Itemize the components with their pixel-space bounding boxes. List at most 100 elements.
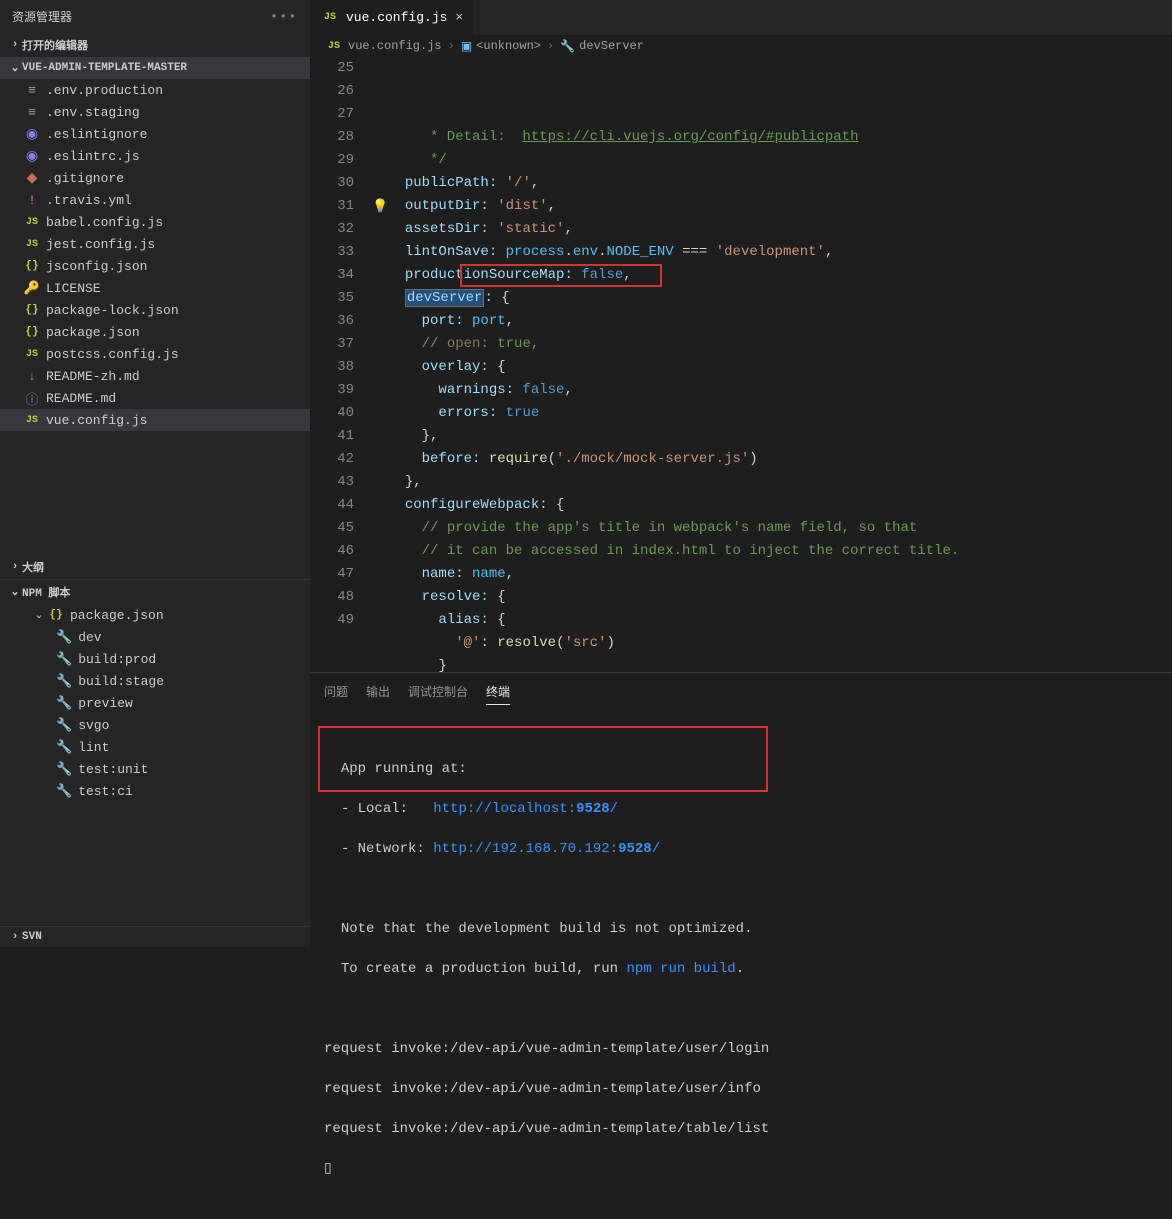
file-item[interactable]: JSvue.config.js bbox=[0, 409, 310, 431]
script-label: build:stage bbox=[78, 674, 164, 689]
npm-script-item[interactable]: 🔧 test:ci bbox=[8, 780, 310, 802]
file-label: vue.config.js bbox=[46, 413, 147, 428]
script-label: test:unit bbox=[78, 762, 148, 777]
panel-tab[interactable]: 调试控制台 bbox=[408, 679, 468, 705]
explorer-sidebar: 资源管理器 ••• › 打开的编辑器 ⌄ VUE-ADMIN-TEMPLATE-… bbox=[0, 0, 310, 947]
panel-tab[interactable]: 终端 bbox=[486, 679, 510, 705]
file-label: README-zh.md bbox=[46, 369, 140, 384]
yml-icon: ! bbox=[22, 193, 42, 208]
npm-script-item[interactable]: 🔧test:unit bbox=[8, 758, 310, 780]
breadcrumb[interactable]: JS vue.config.js › ▣ <unknown> › 🔧 devSe… bbox=[310, 35, 1172, 57]
file-label: jsconfig.json bbox=[46, 259, 147, 274]
file-item[interactable]: !.travis.yml bbox=[0, 189, 310, 211]
json-icon: {} bbox=[22, 326, 42, 338]
close-icon[interactable]: × bbox=[455, 10, 463, 25]
code-area[interactable]: * Detail: https://cli.vuejs.org/config/#… bbox=[372, 57, 1172, 672]
file-item[interactable]: {}package-lock.json bbox=[0, 299, 310, 321]
script-label: preview bbox=[78, 696, 133, 711]
panel-tab[interactable]: 输出 bbox=[366, 679, 390, 705]
sidebar-title: 资源管理器 bbox=[12, 8, 72, 25]
bc-member: devServer bbox=[579, 39, 644, 53]
script-label: build:prod bbox=[78, 652, 156, 667]
file-label: jest.config.js bbox=[46, 237, 155, 252]
wrench-icon: 🔧 bbox=[56, 630, 72, 645]
npm-script-item[interactable]: 🔧lint bbox=[8, 736, 310, 758]
file-item[interactable]: ◆.gitignore bbox=[0, 167, 310, 189]
chevron-right-icon: › bbox=[8, 561, 22, 573]
json-icon: {} bbox=[22, 304, 42, 316]
open-editors-label: 打开的编辑器 bbox=[22, 37, 88, 53]
terminal[interactable]: App running at: - Local: http://localhos… bbox=[310, 705, 1172, 1219]
main-area: JS vue.config.js × JS vue.config.js › ▣ … bbox=[310, 0, 1172, 947]
js-icon: JS bbox=[324, 41, 344, 52]
sidebar-header: 资源管理器 ••• bbox=[0, 0, 310, 33]
lic-icon: 🔑 bbox=[22, 281, 42, 296]
npm-script-item[interactable]: 🔧svgo bbox=[8, 714, 310, 736]
js-icon: JS bbox=[320, 12, 340, 23]
editor[interactable]: 2526272829303132333435363738394041424344… bbox=[310, 57, 1172, 672]
file-item[interactable]: ≡ .env.staging bbox=[0, 101, 310, 123]
script-label: dev bbox=[78, 630, 101, 645]
file-tree: ≡.env.production≡.env.staging◉.eslintign… bbox=[0, 79, 310, 431]
chevron-right-icon: › bbox=[8, 39, 22, 51]
js-icon: JS bbox=[22, 239, 42, 250]
npm-scripts-section[interactable]: ⌄ NPM 脚本 bbox=[0, 579, 310, 604]
file-item[interactable]: JSbabel.config.js bbox=[0, 211, 310, 233]
project-name: VUE-ADMIN-TEMPLATE-MASTER bbox=[22, 62, 187, 74]
npm-script-item[interactable]: 🔧 build:stage bbox=[8, 670, 310, 692]
file-item[interactable]: ⓘ README.md bbox=[0, 387, 310, 409]
file-label: README.md bbox=[46, 391, 116, 406]
bc-file: vue.config.js bbox=[348, 39, 442, 53]
npm-script-item[interactable]: 🔧 dev bbox=[8, 626, 310, 648]
script-label: svgo bbox=[78, 718, 109, 733]
file-item[interactable]: {}jsconfig.json bbox=[0, 255, 310, 277]
module-icon: ▣ bbox=[461, 39, 472, 54]
outline-section[interactable]: › 大纲 bbox=[0, 555, 310, 579]
json-icon: {} bbox=[46, 609, 66, 621]
panel-tabs: 问题输出调试控制台终端 bbox=[310, 673, 1172, 705]
chevron-right-icon: › bbox=[8, 931, 22, 943]
info-icon: ⓘ bbox=[22, 389, 42, 408]
more-icon[interactable]: ••• bbox=[270, 10, 298, 24]
file-item[interactable]: ≡.env.production bbox=[0, 79, 310, 101]
file-label: .env.staging bbox=[46, 105, 140, 120]
script-label: test:ci bbox=[78, 784, 133, 799]
npm-tree: ⌄ {} package.json 🔧 dev 🔧 build:prod 🔧 build:… bbox=[0, 604, 310, 802]
chevron-down-icon: ⌄ bbox=[8, 585, 22, 599]
panel-tab[interactable]: 问题 bbox=[324, 679, 348, 705]
npm-package-label: package.json bbox=[70, 608, 164, 623]
file-label: package.json bbox=[46, 325, 140, 340]
wrench-icon: 🔧 bbox=[56, 652, 72, 667]
md-icon: ↓ bbox=[22, 369, 42, 384]
npm-script-item[interactable]: 🔧 build:prod bbox=[8, 648, 310, 670]
file-item[interactable]: ↓ README-zh.md bbox=[0, 365, 310, 387]
tab-vue-config[interactable]: JS vue.config.js × bbox=[310, 0, 474, 35]
file-label: postcss.config.js bbox=[46, 347, 179, 362]
file-item[interactable]: JS postcss.config.js bbox=[0, 343, 310, 365]
file-item[interactable]: JS jest.config.js bbox=[0, 233, 310, 255]
npm-title: NPM 脚本 bbox=[22, 584, 70, 600]
file-item[interactable]: ◉.eslintignore bbox=[0, 123, 310, 145]
npm-script-item[interactable]: 🔧preview bbox=[8, 692, 310, 714]
file-label: .gitignore bbox=[46, 171, 124, 186]
eslint-icon: ◉ bbox=[22, 126, 42, 143]
open-editors-section[interactable]: › 打开的编辑器 bbox=[0, 33, 310, 57]
bc-unknown: <unknown> bbox=[476, 39, 541, 53]
eslint-icon: ◉ bbox=[22, 148, 42, 165]
file-item[interactable]: {} package.json bbox=[0, 321, 310, 343]
file-icon: ≡ bbox=[22, 83, 42, 98]
project-section[interactable]: ⌄ VUE-ADMIN-TEMPLATE-MASTER bbox=[0, 57, 310, 79]
npm-package-item[interactable]: ⌄ {} package.json bbox=[8, 604, 310, 626]
js-icon: JS bbox=[22, 217, 42, 228]
wrench-icon: 🔧 bbox=[56, 784, 72, 799]
file-item[interactable]: ◉.eslintrc.js bbox=[0, 145, 310, 167]
file-icon: ≡ bbox=[22, 105, 42, 120]
wrench-icon: 🔧 bbox=[56, 674, 72, 689]
svn-section[interactable]: › SVN bbox=[0, 926, 310, 947]
wrench-icon: 🔧 bbox=[560, 39, 575, 54]
tab-label: vue.config.js bbox=[346, 10, 447, 25]
outline-label: 大纲 bbox=[22, 559, 44, 575]
js-icon: JS bbox=[22, 349, 42, 360]
file-item[interactable]: 🔑LICENSE bbox=[0, 277, 310, 299]
gutter: 2526272829303132333435363738394041424344… bbox=[310, 57, 372, 672]
